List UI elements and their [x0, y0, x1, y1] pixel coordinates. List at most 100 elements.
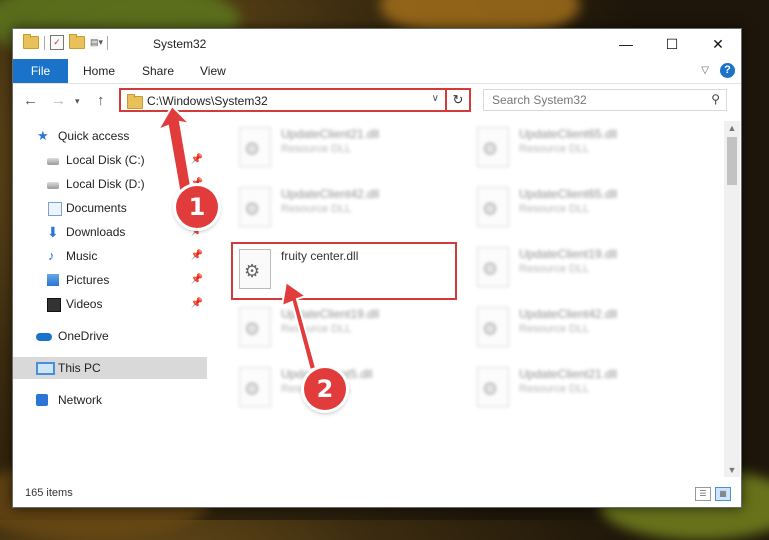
properties-icon[interactable]: ✓ — [50, 35, 64, 50]
step-badge-2: 2 — [304, 368, 346, 410]
file-name: UpdateClient65.dll — [519, 127, 618, 141]
step-badge-1: 1 — [176, 186, 218, 228]
tab-share[interactable]: Share — [142, 59, 174, 83]
dll-file-icon: ⚙ — [477, 247, 509, 287]
sidebar-item-videos[interactable]: Videos 📌 — [13, 293, 207, 315]
sidebar-item-label: Videos — [66, 297, 103, 311]
file-type: Resource DLL — [519, 203, 590, 215]
navigation-pane: ★ Quick access Local Disk (C:) 📌 Local D… — [13, 121, 207, 477]
maximize-button[interactable]: ☐ — [649, 29, 695, 59]
large-icons-view-icon[interactable]: ▦ — [715, 487, 731, 501]
address-bar[interactable]: C:\Windows\System32 ∨ ↻ — [119, 88, 471, 112]
music-icon: ♪ — [48, 248, 55, 263]
address-path[interactable]: C:\Windows\System32 — [147, 94, 268, 108]
recent-locations-chevron-icon[interactable]: ▾ — [75, 96, 80, 107]
pc-icon — [36, 362, 55, 375]
dll-file-icon: ⚙ — [239, 307, 271, 347]
list-item[interactable]: ⚙ UpdateClient65.dll Resource DLL — [471, 183, 681, 235]
quick-access-toolbar: ✓ ▤▾ — [23, 34, 108, 50]
list-item[interactable]: ⚙ UpdateClient42.dll Resource DLL — [471, 303, 681, 355]
sidebar-item-label: Downloads — [66, 225, 126, 239]
tab-view[interactable]: View — [200, 59, 226, 83]
list-item[interactable]: ⚙ UpdateClient21.dll Resource DLL — [471, 363, 681, 415]
star-icon: ★ — [37, 128, 49, 143]
sidebar-item-downloads[interactable]: ⬇ Downloads 📌 — [13, 221, 207, 243]
disk-icon — [47, 158, 59, 165]
sidebar-item-label: OneDrive — [58, 329, 109, 343]
sidebar-item-label: Network — [58, 393, 103, 407]
list-item[interactable]: ⚙ UpdateClient19.dll Resource DLL — [233, 303, 443, 355]
file-type: Resource DLL — [519, 383, 590, 395]
customize-toolbar-icon[interactable]: ▤▾ — [90, 36, 103, 49]
file-type: Resource DLL — [519, 323, 590, 335]
sidebar-item-quick-access[interactable]: ★ Quick access — [13, 125, 207, 147]
sidebar-item-pictures[interactable]: Pictures 📌 — [13, 269, 207, 291]
up-arrow-icon[interactable]: ↑ — [97, 92, 105, 109]
search-box[interactable]: Search System32 ⚲ — [483, 89, 727, 111]
document-icon — [48, 202, 62, 216]
new-folder-icon[interactable] — [69, 34, 85, 49]
file-name: UpdateClient65.dll — [519, 187, 618, 201]
toolbar-divider — [44, 35, 45, 50]
minimize-button[interactable]: — — [603, 29, 649, 59]
expand-ribbon-icon[interactable]: ▽ — [701, 65, 709, 76]
folder-icon — [127, 94, 143, 109]
pin-icon[interactable]: 📌 — [191, 245, 203, 267]
close-button[interactable]: ✕ — [695, 29, 741, 59]
navigation-bar: ← → ▾ ↑ C:\Windows\System32 ∨ ↻ Search S… — [13, 84, 741, 118]
forward-arrow-icon[interactable]: → — [51, 92, 66, 109]
network-icon — [36, 394, 48, 406]
file-name: UpdateClient21.dll — [281, 127, 380, 141]
pin-icon[interactable]: 📌 — [191, 149, 203, 171]
scroll-up-icon[interactable]: ▲ — [724, 121, 740, 135]
file-type: Resource DLL — [281, 143, 352, 155]
sidebar-item-label: Local Disk (C:) — [66, 153, 145, 167]
pin-icon[interactable]: 📌 — [191, 293, 203, 315]
list-item[interactable]: ⚙ UpdateClient42.dll Resource DLL — [233, 183, 443, 235]
sidebar-item-local-disk-d[interactable]: Local Disk (D:) 📌 — [13, 173, 207, 195]
folder-icon — [23, 34, 39, 49]
search-placeholder[interactable]: Search System32 — [492, 93, 587, 107]
disk-icon — [47, 182, 59, 189]
sidebar-item-onedrive[interactable]: OneDrive — [13, 325, 207, 347]
list-item[interactable]: ⚙ UpdateClient19.dll Resource DLL — [471, 243, 681, 295]
dll-file-icon: ⚙ — [477, 307, 509, 347]
file-highlight-box — [231, 242, 457, 300]
list-item[interactable]: ⚙ UpdateClient21.dll Resource DLL — [233, 123, 443, 175]
back-arrow-icon[interactable]: ← — [23, 92, 38, 109]
help-icon[interactable]: ? — [720, 63, 735, 78]
status-bar: 165 items ☰ ▦ — [13, 481, 741, 507]
sidebar-item-label: Local Disk (D:) — [66, 177, 145, 191]
search-icon[interactable]: ⚲ — [711, 92, 720, 106]
dll-file-icon: ⚙ — [477, 367, 509, 407]
dll-file-icon: ⚙ — [239, 187, 271, 227]
sidebar-item-label: Music — [66, 249, 98, 263]
details-view-icon[interactable]: ☰ — [695, 487, 711, 501]
download-icon: ⬇ — [47, 224, 59, 240]
pin-icon[interactable]: 📌 — [191, 269, 203, 291]
address-dropdown-icon[interactable]: ∨ — [432, 93, 439, 104]
file-name: UpdateClient42.dll — [281, 187, 380, 201]
pictures-icon — [47, 274, 59, 286]
tab-home[interactable]: Home — [83, 59, 115, 83]
sidebar-item-label: Documents — [66, 201, 127, 215]
ribbon-tabs: File Home Share View ▽ ? — [13, 59, 741, 84]
file-name: UpdateClient42.dll — [519, 307, 618, 321]
sidebar-item-label: This PC — [58, 361, 101, 375]
file-type: Resource DLL — [519, 263, 590, 275]
list-item[interactable]: ⚙ UpdateClient65.dll Resource DLL — [471, 123, 681, 175]
sidebar-item-label: Quick access — [58, 129, 130, 143]
window-title: System32 — [153, 37, 207, 51]
file-name: UpdateClient19.dll — [281, 307, 380, 321]
sidebar-item-network[interactable]: Network — [13, 389, 207, 411]
scroll-down-icon[interactable]: ▼ — [724, 463, 740, 477]
sidebar-item-this-pc[interactable]: This PC — [13, 357, 207, 379]
scroll-thumb[interactable] — [727, 137, 737, 185]
tab-file[interactable]: File — [13, 59, 68, 83]
sidebar-item-local-disk-c[interactable]: Local Disk (C:) 📌 — [13, 149, 207, 171]
vertical-scrollbar[interactable]: ▲ ▼ — [724, 121, 740, 477]
toolbar-divider — [107, 35, 108, 50]
sidebar-item-music[interactable]: ♪ Music 📌 — [13, 245, 207, 267]
videos-icon — [47, 298, 61, 312]
refresh-icon[interactable]: ↻ — [445, 90, 469, 110]
